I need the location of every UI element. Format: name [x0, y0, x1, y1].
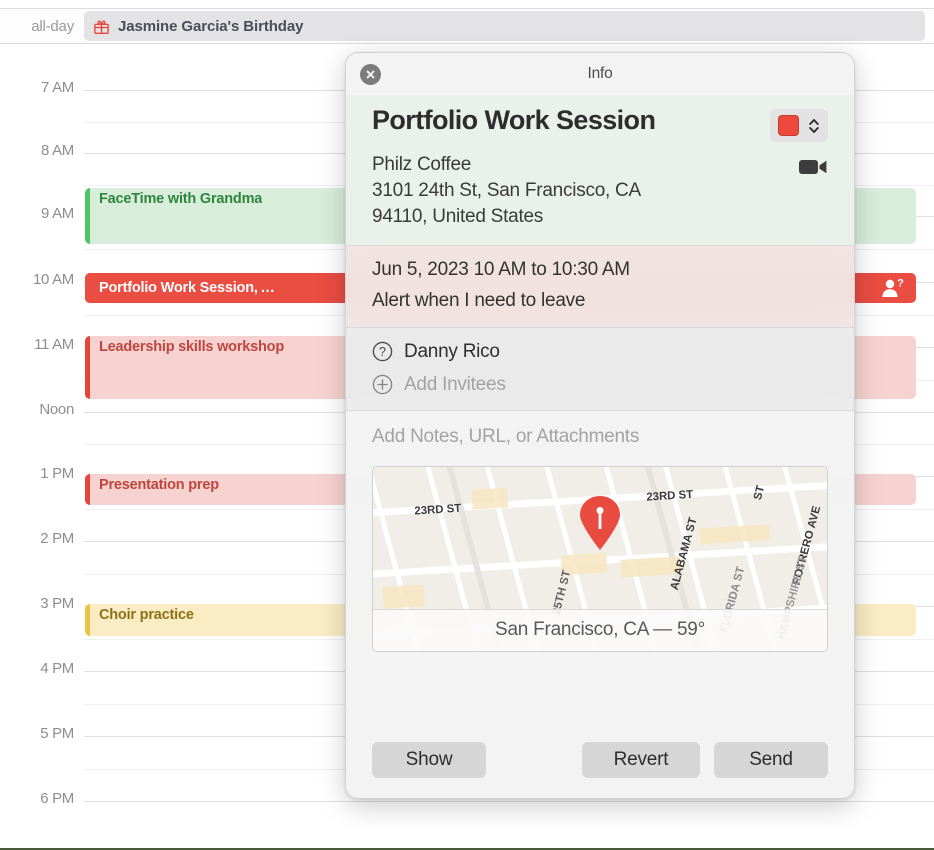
all-day-event-title: Jasmine Garcia's Birthday — [118, 17, 304, 35]
popover-button-bar: Show Revert Send — [346, 742, 854, 778]
hour-label: 3 PM — [40, 595, 74, 612]
hour-label: 1 PM — [40, 465, 74, 482]
location-line-3: 94110, United States — [372, 206, 544, 228]
invitee-status-unknown-icon: ? — [882, 278, 904, 297]
calendar-color-picker[interactable] — [770, 109, 828, 142]
location-name: Philz Coffee — [372, 154, 472, 175]
color-swatch — [778, 115, 799, 136]
hour-label: 6 PM — [40, 790, 74, 807]
hour-label: 4 PM — [40, 660, 74, 677]
hour-label: 9 AM — [41, 205, 74, 222]
event-title-label: Choir practice — [99, 607, 194, 623]
event-date-time[interactable]: Jun 5, 2023 10 AM to 10:30 AM — [372, 259, 828, 281]
event-title-label: Presentation prep — [99, 477, 219, 493]
show-button[interactable]: Show — [372, 742, 486, 778]
popover-title: Info — [587, 65, 613, 82]
hour-label: 5 PM — [40, 725, 74, 742]
map-pin-icon — [580, 495, 620, 550]
hour-label: 11 AM — [34, 336, 74, 353]
svg-text:?: ? — [897, 278, 904, 290]
close-x-glyph — [366, 70, 375, 79]
hour-label: 7 AM — [41, 79, 74, 96]
gift-icon — [94, 19, 109, 34]
all-day-label: all-day — [31, 17, 74, 35]
location-map[interactable]: 23RD ST 23RD ST 25TH ST ALABAMA ST FLORI… — [372, 465, 828, 652]
send-button[interactable]: Send — [714, 742, 828, 778]
close-icon[interactable] — [360, 64, 381, 85]
hour-gridline — [84, 801, 934, 802]
event-title-label: Portfolio Work Session, … — [99, 280, 275, 296]
popover-schedule-section: Jun 5, 2023 10 AM to 10:30 AM Alert when… — [346, 245, 854, 327]
map-footer-location-weather: San Francisco, CA — 59° — [373, 608, 827, 651]
location-line-2: 3101 24th St, San Francisco, CA — [372, 180, 641, 202]
all-day-event-chip[interactable]: Jasmine Garcia's Birthday — [84, 11, 925, 41]
hour-row: 6 PM — [0, 790, 934, 807]
event-alert[interactable]: Alert when I need to leave — [372, 290, 828, 312]
notes-input[interactable]: Add Notes, URL, or Attachments — [372, 426, 828, 448]
location-block[interactable]: Philz Coffee 3101 24th St, San Francisco… — [372, 152, 641, 231]
hour-label: 8 AM — [41, 142, 74, 159]
invitee-row[interactable]: ? Danny Rico — [372, 341, 828, 363]
popover-title-section: Portfolio Work Session Philz Coffee 3101… — [346, 95, 854, 245]
event-title-label: Leadership skills workshop — [99, 339, 284, 355]
revert-button[interactable]: Revert — [582, 742, 700, 778]
event-title: Portfolio Work Session — [372, 105, 656, 135]
event-title-label: FaceTime with Grandma — [99, 191, 263, 207]
hour-label: 2 PM — [40, 530, 74, 547]
svg-text:?: ? — [379, 345, 386, 359]
popover-titlebar: Info — [346, 53, 854, 95]
hour-label: Noon — [39, 401, 74, 418]
all-day-row: all-day Jasmine Garcia's Birthday — [0, 8, 934, 44]
add-invitees-label: Add Invitees — [404, 373, 506, 395]
plus-circle-icon — [372, 374, 393, 395]
popover-invitees-section: ? Danny Rico Add Invitees — [346, 327, 854, 410]
calendar-day-view: all-day Jasmine Garcia's Birthday 7 AM 8 … — [0, 0, 934, 850]
event-info-popover: Info Portfolio Work Session Philz Coffee… — [345, 52, 855, 799]
chevron-up-down-icon — [809, 118, 819, 133]
popover-notes-section: Add Notes, URL, or Attachments — [346, 411, 854, 458]
video-camera-icon[interactable] — [798, 156, 828, 178]
question-circle-icon: ? — [372, 341, 393, 362]
hour-label: 10 AM — [32, 271, 74, 288]
invitee-name: Danny Rico — [404, 340, 500, 362]
add-invitees-row[interactable]: Add Invitees — [372, 374, 828, 396]
